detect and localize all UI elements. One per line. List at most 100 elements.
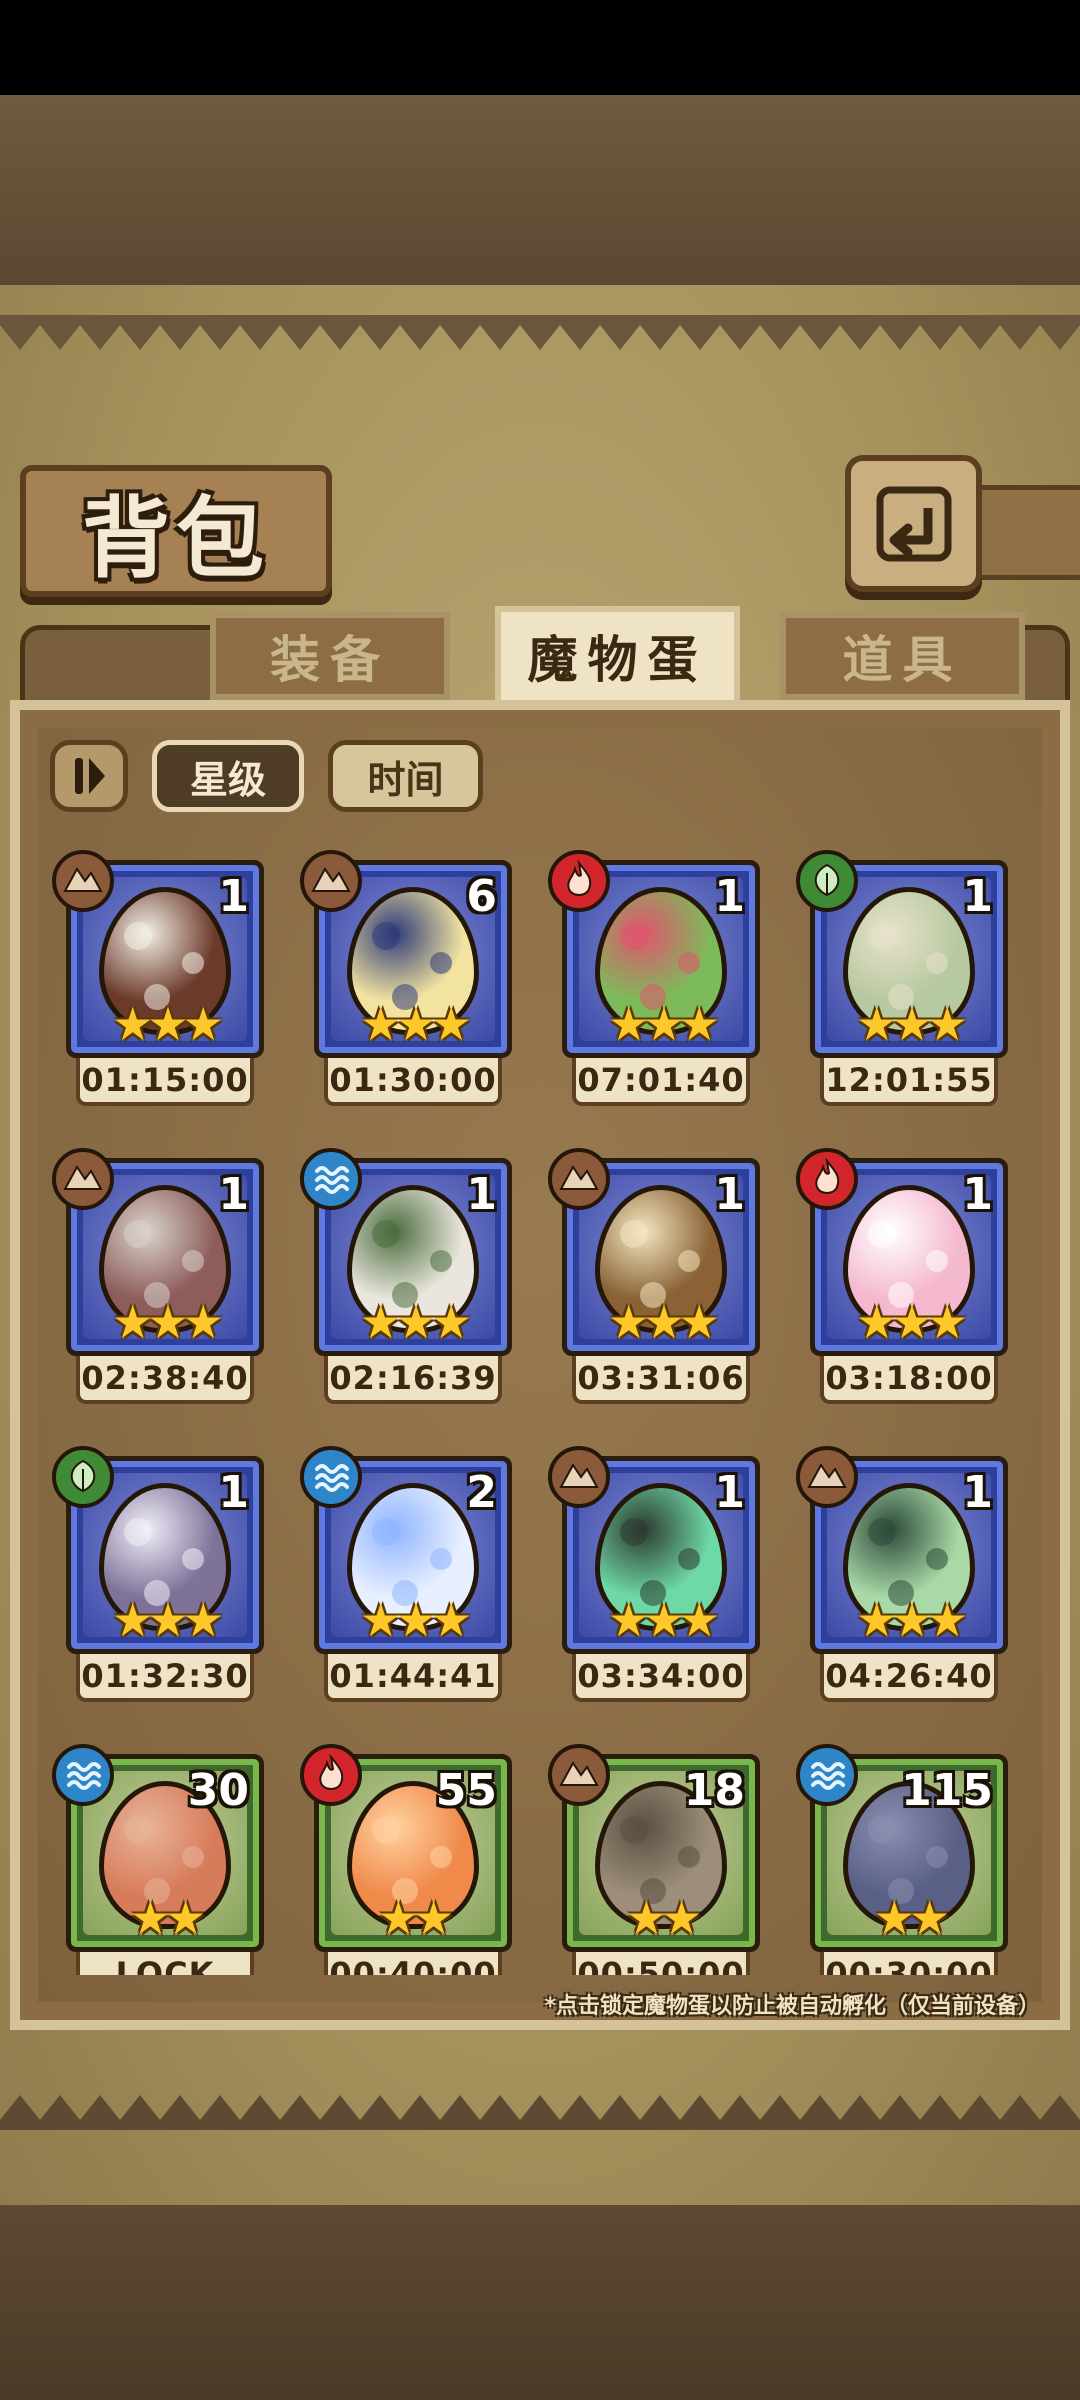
egg-count: 1 [714, 1467, 745, 1518]
water-element-icon [796, 1744, 858, 1806]
egg-spot [620, 1220, 648, 1248]
egg-spot [926, 1250, 948, 1272]
earth-element-icon [548, 1744, 610, 1806]
egg-slot[interactable]: 1 ★★★ 01:15:00 [40, 850, 264, 1120]
egg-slot[interactable]: 1 ★★★ 04:26:40 [784, 1446, 1008, 1716]
hatch-timer: 03:31:06 [572, 1356, 750, 1404]
hatch-timer: 02:38:40 [76, 1356, 254, 1404]
hatch-timer: 00:50:00 [572, 1952, 750, 1975]
egg-count: 1 [962, 871, 993, 922]
egg-spot [678, 952, 700, 974]
star-rating: ★★★ [112, 1593, 224, 1647]
fire-element-icon [300, 1744, 362, 1806]
egg-spot [868, 1816, 896, 1844]
egg-spot [678, 1548, 700, 1570]
hatch-timer: 01:44:41 [324, 1654, 502, 1702]
egg-spot [868, 1518, 896, 1546]
egg-spot [372, 1220, 400, 1248]
egg-count: 2 [466, 1467, 497, 1518]
hatch-timer: 01:15:00 [76, 1058, 254, 1106]
egg-spot [868, 922, 896, 950]
hatch-timer: LOCK [76, 1952, 254, 1975]
egg-spot [678, 1846, 700, 1868]
egg-slot[interactable]: 1 ★★★ 03:18:00 [784, 1148, 1008, 1418]
sort-order-toggle[interactable] [50, 740, 128, 812]
egg-count: 1 [714, 1169, 745, 1220]
egg-slot[interactable]: 1 ★★★ 02:16:39 [288, 1148, 512, 1418]
egg-spot [182, 952, 204, 974]
earth-element-icon [52, 1148, 114, 1210]
top-map-band [0, 95, 1080, 285]
egg-count: 55 [435, 1765, 497, 1816]
bottom-zigzag-edge [0, 2095, 1080, 2130]
egg-spot [926, 1846, 948, 1868]
egg-slot[interactable]: 1 ★★★ 03:34:00 [536, 1446, 760, 1716]
tab-monster-eggs[interactable]: 魔物蛋 [495, 606, 740, 706]
earth-element-icon [52, 850, 114, 912]
egg-slot[interactable]: 18 ★★ 00:50:00 [536, 1744, 760, 1975]
water-element-icon [300, 1148, 362, 1210]
back-button-strip [965, 485, 1080, 580]
fire-element-icon [796, 1148, 858, 1210]
star-rating: ★★★ [856, 997, 968, 1051]
hatch-timer: 01:32:30 [76, 1654, 254, 1702]
egg-slot[interactable]: 1 ★★★ 01:32:30 [40, 1446, 264, 1716]
hatch-timer: 12:01:55 [820, 1058, 998, 1106]
egg-count: 115 [901, 1765, 993, 1816]
egg-count: 1 [218, 1169, 249, 1220]
egg-slot[interactable]: 30 ★★ LOCK [40, 1744, 264, 1975]
egg-slot[interactable]: 2 ★★★ 01:44:41 [288, 1446, 512, 1716]
earth-element-icon [548, 1446, 610, 1508]
egg-count: 1 [962, 1169, 993, 1220]
star-rating: ★★★ [856, 1295, 968, 1349]
egg-spot [678, 1250, 700, 1272]
hatch-timer: 07:01:40 [572, 1058, 750, 1106]
bottom-map-band [0, 2205, 1080, 2400]
egg-spot [182, 1250, 204, 1272]
hatch-timer: 00:30:00 [820, 1952, 998, 1975]
star-rating: ★★ [129, 1891, 206, 1945]
star-rating: ★★ [625, 1891, 702, 1945]
egg-slot[interactable]: 115 ★★ 00:30:00 [784, 1744, 1008, 1975]
tab-bar-left [20, 625, 230, 705]
egg-slot[interactable]: 1 ★★★ 07:01:40 [536, 850, 760, 1120]
egg-spot [430, 1250, 452, 1272]
star-rating: ★★★ [608, 1593, 720, 1647]
egg-spot [182, 1548, 204, 1570]
hatch-timer: 04:26:40 [820, 1654, 998, 1702]
egg-slot[interactable]: 6 ★★★ 01:30:00 [288, 850, 512, 1120]
egg-spot [620, 1816, 648, 1844]
star-rating: ★★★ [360, 1593, 472, 1647]
fire-element-icon [548, 850, 610, 912]
back-button[interactable] [845, 455, 982, 592]
hatch-timer: 02:16:39 [324, 1356, 502, 1404]
egg-spot [182, 1846, 204, 1868]
egg-slot[interactable]: 55 ★★ 00:40:00 [288, 1744, 512, 1975]
water-element-icon [52, 1744, 114, 1806]
star-rating: ★★★ [112, 1295, 224, 1349]
sort-by-time-button[interactable]: 时间 [328, 740, 483, 812]
egg-grid: 1 ★★★ 01:15:00 6 ★★★ 01:30:00 1 ★★★ 07:01:40 1 ★★★… [40, 850, 1030, 1975]
egg-slot[interactable]: 1 ★★★ 03:31:06 [536, 1148, 760, 1418]
egg-spot [620, 922, 648, 950]
hatch-timer: 03:34:00 [572, 1654, 750, 1702]
egg-slot[interactable]: 1 ★★★ 12:01:55 [784, 850, 1008, 1120]
sort-by-star-button[interactable]: 星级 [152, 740, 304, 812]
tab-items[interactable]: 道具 [780, 612, 1025, 700]
egg-spot [124, 1816, 152, 1844]
return-arrow-icon [876, 486, 951, 561]
title-plate: 背包 [20, 465, 332, 597]
star-rating: ★★★ [608, 1295, 720, 1349]
star-rating: ★★★ [856, 1593, 968, 1647]
star-rating: ★★★ [360, 1295, 472, 1349]
egg-spot [124, 922, 152, 950]
star-rating: ★★★ [608, 997, 720, 1051]
hatch-timer: 01:30:00 [324, 1058, 502, 1106]
egg-slot[interactable]: 1 ★★★ 02:38:40 [40, 1148, 264, 1418]
egg-spot [868, 1220, 896, 1248]
tab-equipment[interactable]: 装备 [210, 612, 450, 700]
egg-spot [620, 1518, 648, 1546]
egg-spot [372, 1816, 400, 1844]
star-rating: ★★ [377, 1891, 454, 1945]
top-zigzag-edge [0, 315, 1080, 350]
